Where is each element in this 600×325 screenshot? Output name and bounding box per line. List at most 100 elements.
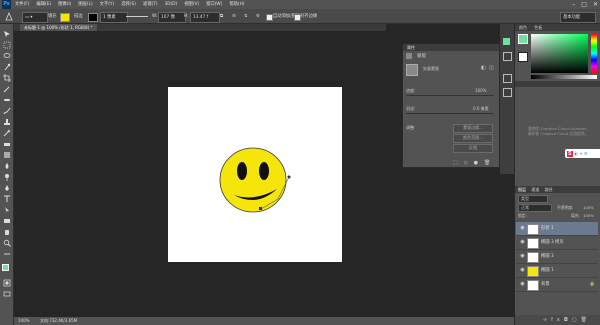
hand-tool-icon[interactable] xyxy=(3,228,11,236)
document-tab[interactable]: 未标题-1 @ 100% (形状 1, RGB/8) * xyxy=(20,24,97,31)
tab-channels[interactable]: 通道 xyxy=(531,187,539,192)
tab-paths[interactable]: 路径 xyxy=(545,187,553,192)
path-arrange-icon[interactable]: ⇅ xyxy=(244,12,252,21)
workspace-select[interactable]: 基本功能 xyxy=(560,12,596,23)
layer-row-background[interactable]: ◉ 背景 🔒 xyxy=(516,278,598,292)
layer-kind-filter[interactable]: 类型 xyxy=(518,195,548,203)
color-range-button[interactable]: 颜色范围... xyxy=(453,134,493,143)
tab-layers[interactable]: 图层 xyxy=(518,187,526,192)
layer-row-ellipse1[interactable]: ◉ 椭圆 1 xyxy=(516,264,598,278)
delete-layer-icon[interactable]: 🗑 xyxy=(581,317,591,323)
foreground-color-chip[interactable] xyxy=(518,34,528,44)
quick-mask-icon[interactable] xyxy=(3,279,11,287)
shape-mode-select[interactable]: ▭ ▾ xyxy=(22,12,48,23)
stroke-swatch[interactable] xyxy=(88,13,98,22)
type-tool-icon[interactable] xyxy=(3,195,11,203)
auto-add-delete-checkbox[interactable] xyxy=(266,14,273,21)
eye-icon[interactable]: ◉ xyxy=(519,250,526,263)
quick-select-icon[interactable] xyxy=(3,63,11,71)
vector-mask-icon[interactable]: ◫ xyxy=(489,65,494,71)
color-panel-icon[interactable] xyxy=(503,38,510,45)
more-tools-icon[interactable] xyxy=(3,250,11,258)
delete-mask-icon[interactable]: 🗑 xyxy=(484,160,490,166)
zoom-level[interactable]: 100% xyxy=(18,317,29,325)
pen-tool-icon[interactable] xyxy=(4,11,14,21)
background-color-chip[interactable] xyxy=(518,52,528,62)
libraries-panel-icon[interactable] xyxy=(503,74,512,83)
menu-window[interactable]: 窗口(W) xyxy=(206,0,222,9)
width-input[interactable]: 107 像 xyxy=(158,12,186,23)
grayscale-ramp[interactable] xyxy=(531,75,597,79)
eye-icon[interactable]: ◉ xyxy=(519,264,526,277)
blend-mode-select[interactable]: 正常 xyxy=(518,204,552,212)
eye-icon[interactable]: ◉ xyxy=(519,222,526,235)
marquee-tool-icon[interactable] xyxy=(3,41,11,49)
gear-icon[interactable]: ⚙ xyxy=(256,12,264,21)
tab-swatches[interactable]: 色板 xyxy=(534,25,542,30)
lasso-tool-icon[interactable] xyxy=(3,52,11,60)
hue-slider[interactable] xyxy=(591,34,597,73)
menu-edit[interactable]: 编辑(E) xyxy=(36,0,51,9)
adjustments-panel-icon[interactable] xyxy=(503,88,512,97)
dodge-tool-icon[interactable] xyxy=(3,173,11,181)
menu-file[interactable]: 文件(F) xyxy=(15,0,29,9)
close-button[interactable]: ✕ xyxy=(593,0,598,9)
maximize-button[interactable]: □ xyxy=(581,0,587,9)
load-selection-icon[interactable]: ⬚ xyxy=(453,160,458,166)
eye-icon[interactable]: ◉ xyxy=(519,236,526,249)
foreground-color-swatch[interactable] xyxy=(2,264,9,271)
menu-image[interactable]: 图像(I) xyxy=(58,0,71,9)
height-input[interactable]: 13.47 f xyxy=(190,12,220,23)
ime-toolbar[interactable]: S ◐ ✦ ⚙ xyxy=(565,149,600,158)
invert-button[interactable]: 反相 xyxy=(453,144,493,153)
feather-slider[interactable] xyxy=(406,113,494,114)
healing-brush-icon[interactable] xyxy=(3,96,11,104)
history-brush-icon[interactable] xyxy=(3,129,11,137)
fill-value[interactable]: 100% xyxy=(583,213,594,218)
eraser-icon[interactable] xyxy=(3,140,11,148)
new-layer-icon[interactable]: ▢ xyxy=(572,317,581,323)
menu-3d[interactable]: 3D(D) xyxy=(165,0,178,9)
add-mask-icon[interactable]: ◧ xyxy=(481,65,486,71)
color-picker-field[interactable] xyxy=(531,34,588,73)
density-value[interactable]: 100% xyxy=(475,88,486,93)
path-select-icon[interactable] xyxy=(3,206,11,214)
path-ops-icon[interactable]: ⧉ xyxy=(220,12,228,21)
menu-help[interactable]: 帮助(H) xyxy=(229,0,244,9)
density-slider[interactable] xyxy=(406,95,494,96)
brush-tool-icon[interactable] xyxy=(3,107,11,115)
layer-row-ellipse3-copy[interactable]: ◉ 椭圆 3 拷贝 xyxy=(516,236,598,250)
zoom-tool-icon[interactable] xyxy=(3,239,11,247)
shape-tool-icon[interactable] xyxy=(3,217,11,225)
clone-stamp-icon[interactable] xyxy=(3,118,11,126)
opacity-value[interactable]: 100% xyxy=(583,205,594,210)
add-mask-icon[interactable]: ◘ xyxy=(564,317,572,323)
minimize-button[interactable]: – xyxy=(572,0,575,9)
blur-tool-icon[interactable] xyxy=(3,162,11,170)
visibility-icon[interactable]: ● xyxy=(474,160,478,166)
move-tool-icon[interactable] xyxy=(3,30,11,38)
feather-value[interactable]: 0.0 像素 xyxy=(473,106,489,112)
pen-tool-icon[interactable] xyxy=(3,184,11,192)
layer-row-shape1[interactable]: ◉ 形状 1 xyxy=(516,222,598,236)
link-layers-icon[interactable]: ∞ xyxy=(543,317,551,323)
screen-mode-icon[interactable] xyxy=(3,290,11,298)
stroke-width-input[interactable]: 1 像素 xyxy=(100,12,128,23)
path-align-icon[interactable]: ☰ xyxy=(232,12,240,21)
gradient-tool-icon[interactable] xyxy=(3,151,11,159)
layer-row-ellipse3[interactable]: ◉ 椭圆 3 xyxy=(516,250,598,264)
document-canvas[interactable] xyxy=(168,87,342,262)
tab-color[interactable]: 颜色 xyxy=(519,25,527,30)
eyedropper-icon[interactable] xyxy=(3,85,11,93)
swatches-panel-icon[interactable] xyxy=(503,52,512,61)
crop-tool-icon[interactable] xyxy=(3,74,11,82)
fill-swatch[interactable] xyxy=(60,13,70,22)
menu-layer[interactable]: 图层(L) xyxy=(78,0,92,9)
menu-type[interactable]: 文字(Y) xyxy=(100,0,115,9)
mask-edge-button[interactable]: 蒙版边缘... xyxy=(453,124,493,133)
menu-select[interactable]: 选择(S) xyxy=(121,0,136,9)
stroke-type-line[interactable] xyxy=(126,16,148,17)
layer-style-icon[interactable]: fx xyxy=(551,317,564,323)
apply-mask-icon[interactable]: ◇ xyxy=(464,160,468,166)
eye-icon[interactable]: ◉ xyxy=(519,278,526,291)
